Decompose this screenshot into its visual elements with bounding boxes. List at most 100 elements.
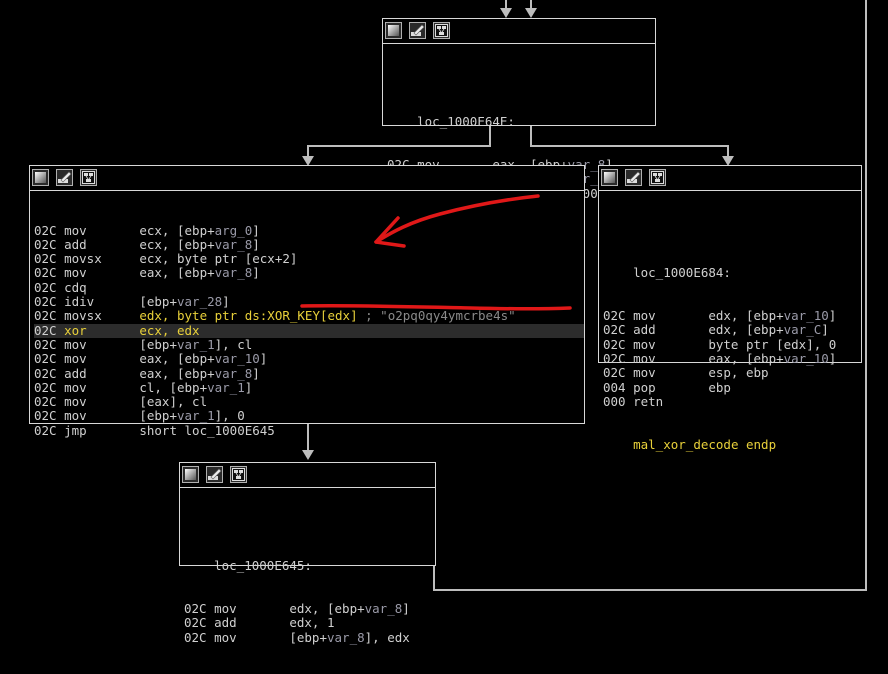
mnemonic: mov (214, 629, 237, 645)
operands[interactable]: cl, [ebp+ (139, 380, 207, 395)
operands[interactable]: eax, [ebp+ (139, 265, 214, 280)
stack-variable[interactable]: var_8 (215, 366, 253, 381)
instruction-line[interactable]: 004 pop ebp (603, 380, 861, 395)
operands[interactable]: byte ptr [edx], 0 (708, 337, 836, 352)
color-icon[interactable] (32, 169, 49, 186)
color-icon[interactable] (601, 169, 618, 186)
arrow-in-2 (525, 8, 537, 18)
operands[interactable]: eax, [ebp+ (139, 366, 214, 381)
operands[interactable]: eax, [ebp+ (708, 351, 783, 366)
color-icon[interactable] (182, 466, 199, 483)
node-loc-1000e684[interactable]: loc_1000E684: 02C mov edx, [ebp+var_10] 02… (598, 165, 862, 451)
operands[interactable]: ecx, byte ptr [ecx+2] (139, 251, 297, 266)
stack-variable[interactable]: var_28 (177, 294, 222, 309)
operands[interactable]: esp, ebp (708, 365, 768, 380)
stack-offset: 02C (603, 322, 626, 338)
operands-tail: ] (828, 350, 837, 366)
graph-icon[interactable] (230, 466, 247, 483)
stack-variable[interactable]: var_8 (215, 237, 253, 252)
instruction-line[interactable]: 02C mov eax, [ebp+var_10] (34, 351, 584, 367)
instruction-line[interactable]: 000 retn (603, 394, 861, 409)
mnemonic: add (64, 236, 87, 252)
instruction-line[interactable]: 02C mov byte ptr [edx], 0 (603, 337, 861, 352)
operands[interactable]: ecx, [ebp+ (139, 237, 214, 252)
mnemonic: mov (633, 365, 656, 381)
operands[interactable]: ecx, [ebp+ (139, 223, 214, 238)
stack-variable[interactable]: var_10 (784, 308, 829, 323)
rename-icon[interactable] (206, 466, 223, 483)
rename-icon[interactable] (409, 22, 426, 39)
node-xor-loop-body[interactable]: 02C mov ecx, [ebp+arg_0] 02C add ecx, [ebp+… (29, 165, 585, 438)
instruction-line[interactable]: 02C mov eax, [ebp+var_10] (603, 350, 861, 366)
stack-variable[interactable]: var_8 (215, 265, 253, 280)
instruction-line[interactable]: 02C jmp short loc_1000E645 (34, 423, 584, 438)
operands[interactable]: eax, [ebp+ (139, 351, 214, 366)
instruction-line[interactable]: 02C add edx, [ebp+var_C] (603, 322, 861, 338)
instruction-line[interactable]: 02C add eax, [ebp+var_8] (34, 366, 584, 381)
stack-variable[interactable]: var_1 (177, 337, 215, 352)
stack-offset: 02C (34, 279, 57, 295)
operands[interactable]: [ebp+ (139, 337, 177, 352)
stack-variable[interactable]: var_C (784, 322, 822, 337)
operands[interactable]: edx, byte ptr ds:XOR_KEY[edx] (139, 308, 357, 323)
stack-variable[interactable]: var_10 (784, 351, 829, 366)
operands[interactable]: edx, 1 (289, 615, 334, 630)
mnemonic: movsx (64, 251, 102, 267)
code-label[interactable]: loc_1000E64E: (417, 114, 515, 129)
instruction-line[interactable]: 02C mov ecx, [ebp+arg_0] (34, 223, 584, 238)
stack-variable[interactable]: var_1 (207, 380, 245, 395)
code-label[interactable]: loc_1000E684: (633, 265, 731, 280)
operands-tail: ] (259, 351, 268, 367)
operands-tail: ] (402, 601, 410, 617)
instruction-line[interactable]: 02C mov [ebp+var_1], cl (34, 336, 584, 352)
color-icon[interactable] (385, 22, 402, 39)
operands[interactable]: edx, [ebp+ (708, 308, 783, 323)
node-loc-1000e64e[interactable]: loc_1000E64E: 02C moveax, [ebp+var_8]02C… (382, 18, 656, 200)
operands[interactable]: [ebp+ (139, 294, 177, 309)
stack-offset: 02C (184, 629, 207, 645)
operands[interactable]: edx, [ebp+ (708, 322, 783, 337)
graph-view[interactable]: loc_1000E64E: 02C moveax, [ebp+var_8]02C… (0, 0, 888, 644)
operands[interactable]: [ebp+ (289, 630, 327, 645)
mnemonic: add (633, 322, 656, 338)
operands-tail: ] (222, 294, 230, 310)
instruction-line[interactable]: 02C mov eax, [ebp+var_8] (34, 265, 584, 281)
instruction-line[interactable]: 02C cdq (34, 279, 584, 295)
proc-end-label[interactable]: mal_xor_decode endp (633, 437, 776, 452)
operands[interactable]: [ebp+ (139, 408, 177, 423)
stack-offset: 02C (34, 265, 57, 281)
stack-offset: 02C (184, 615, 207, 631)
instruction-line-highlighted[interactable]: 02C xor ecx, edx (34, 323, 584, 338)
instruction-line[interactable]: 02C mov esp, ebp (603, 365, 861, 381)
instruction-line[interactable]: 02C mov cl, [ebp+var_1] (34, 380, 584, 395)
stack-variable[interactable]: var_8 (327, 630, 365, 645)
stack-variable[interactable]: var_8 (365, 601, 403, 616)
instruction-line[interactable]: 02C add edx, 1 (184, 615, 435, 631)
instruction-line[interactable]: 02C mov edx, [ebp+var_10] (603, 308, 861, 323)
instruction-line[interactable]: 02C movsx edx, byte ptr ds:XOR_KEY[edx] ;… (34, 308, 584, 324)
instruction-line[interactable]: 02C mov [eax], cl (34, 394, 584, 409)
operands[interactable]: short loc_1000E645 (139, 423, 274, 438)
instruction-line[interactable]: 02C movsx ecx, byte ptr [ecx+2] (34, 251, 584, 267)
code-label[interactable]: loc_1000E645: (214, 558, 312, 573)
operands[interactable]: ecx, edx (139, 323, 199, 338)
instruction-line[interactable]: 02C mov [ebp+var_8], edx (184, 629, 435, 645)
graph-icon[interactable] (433, 22, 450, 39)
stack-variable[interactable]: arg_0 (215, 223, 253, 238)
stack-variable[interactable]: var_10 (215, 351, 260, 366)
instruction-line[interactable]: 02C idiv [ebp+var_28] (34, 294, 584, 310)
stack-variable[interactable]: var_1 (177, 408, 215, 423)
graph-icon[interactable] (80, 169, 97, 186)
graph-icon[interactable] (649, 169, 666, 186)
instruction-line[interactable]: 02C add ecx, [ebp+var_8] (34, 236, 584, 252)
node-loc-1000e645[interactable]: loc_1000E645: 02C mov edx, [ebp+var_8] 02C… (179, 462, 436, 644)
instruction-line[interactable]: 02C mov [ebp+var_1], 0 (34, 408, 584, 424)
operands[interactable]: edx, [ebp+ (289, 601, 364, 616)
rename-icon[interactable] (625, 169, 642, 186)
operands[interactable]: [eax], cl (139, 394, 207, 409)
instruction-line[interactable]: 02C mov edx, [ebp+var_8] (184, 601, 435, 617)
rename-icon[interactable] (56, 169, 73, 186)
operands[interactable]: ebp (708, 380, 731, 395)
mnemonic: mov (64, 336, 87, 352)
string-comment: ; "o2pq0qy4ymcrbe4s" (357, 308, 516, 324)
